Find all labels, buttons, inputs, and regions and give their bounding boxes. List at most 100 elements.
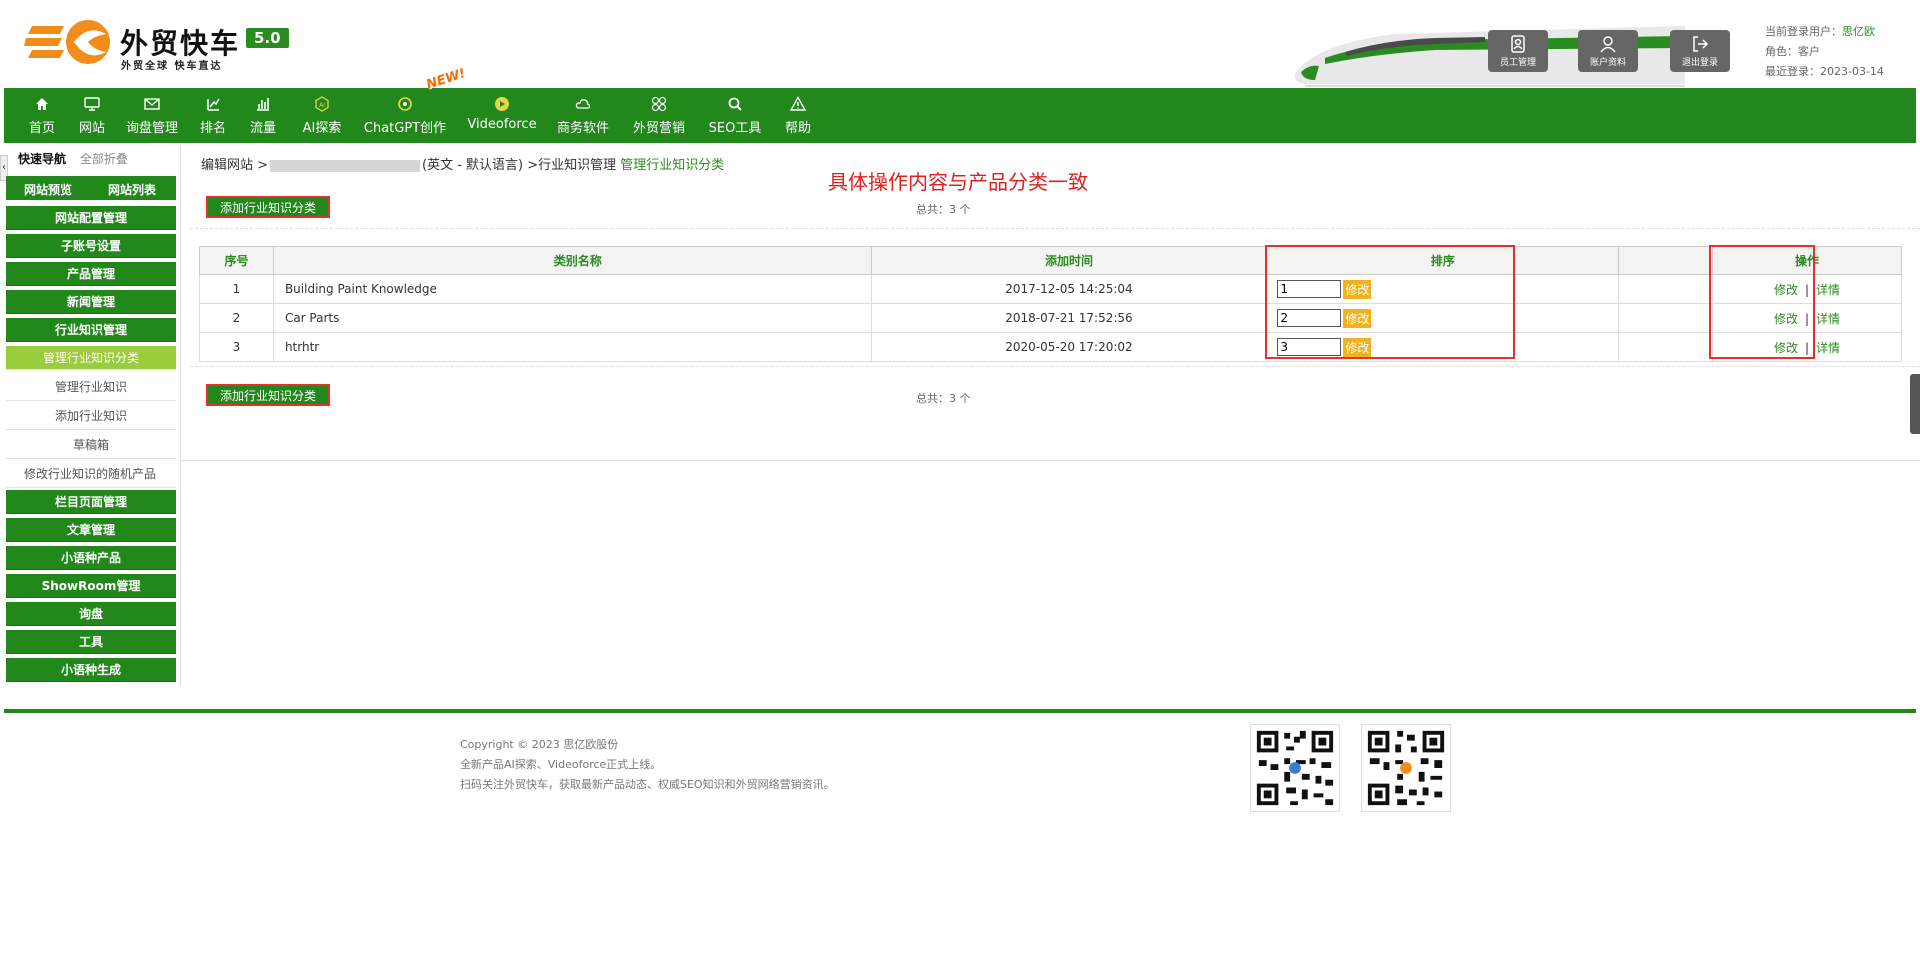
nav-website-label: 网站 — [78, 121, 105, 136]
sidebar-item-tools[interactable]: 工具 — [6, 630, 176, 654]
add-category-button-top[interactable]: 添加行业知识分类 — [206, 196, 330, 218]
nav-foreign-marketing[interactable]: 外贸营销 — [629, 88, 689, 143]
cell-name: Building Paint Knowledge — [272, 274, 872, 304]
sidebar-item-news[interactable]: 新闻管理 — [6, 290, 176, 314]
sidebar-item-products[interactable]: 产品管理 — [6, 262, 176, 286]
total-count-top: 总共：3 个 — [916, 203, 971, 216]
sidebar-sub-random-products[interactable]: 修改行业知识的随机产品 — [6, 460, 176, 488]
cell-time: 2017-12-05 14:25:04 — [870, 274, 1268, 304]
last-login-value: 2023-03-14 — [1820, 65, 1884, 78]
nav-home[interactable]: 首页 — [22, 88, 62, 143]
staff-management-button[interactable]: 员工管理 — [1488, 30, 1548, 72]
footer-text: Copyright © 2023 思亿欧股份 全新产品AI探索、Videofor… — [460, 735, 835, 795]
footer-news: 全新产品AI探索、Videoforce正式上线。 — [460, 758, 662, 771]
nav-help[interactable]: 帮助 — [781, 88, 815, 143]
cell-index: 1 — [199, 274, 274, 304]
nav-inquiry[interactable]: 询盘管理 — [122, 88, 182, 143]
nav-inquiry-label: 询盘管理 — [125, 121, 178, 136]
video-icon — [495, 97, 509, 111]
nav-ranking[interactable]: 排名 — [198, 88, 228, 143]
detail-link[interactable]: 详情 — [1816, 283, 1840, 297]
logout-icon — [1693, 36, 1709, 52]
detail-link[interactable]: 详情 — [1816, 312, 1840, 326]
nav-business-software[interactable]: 商务软件 — [553, 88, 613, 143]
current-user-name[interactable]: 思亿欧 — [1842, 25, 1875, 38]
nav-ai-explore[interactable]: AI AI探索 — [297, 88, 347, 143]
category-table: 序号 类别名称 添加时间 排序 操作 1 Building Paint Know… — [199, 246, 1902, 362]
sidebar-sub-drafts[interactable]: 草稿箱 — [6, 431, 176, 459]
user-icon — [1600, 36, 1616, 53]
sidebar-item-inquiry[interactable]: 询盘 — [6, 602, 176, 626]
grid-circles-icon — [651, 96, 667, 112]
header-time: 添加时间 — [870, 246, 1268, 275]
detail-link[interactable]: 详情 — [1816, 341, 1840, 355]
sidebar-item-minor-lang-products[interactable]: 小语种产品 — [6, 546, 176, 570]
cell-name: htrhtr — [272, 332, 872, 362]
nav-traffic-label: 流量 — [249, 121, 276, 136]
table-row: 1 Building Paint Knowledge 2017-12-05 14… — [199, 274, 1902, 304]
sidebar-preview-row: 网站预览 网站列表 — [6, 176, 176, 200]
header-name: 类别名称 — [272, 246, 872, 275]
cell-blank — [1618, 274, 1714, 304]
cloud-icon — [575, 99, 591, 109]
sidebar-item-showroom[interactable]: ShowRoom管理 — [6, 574, 176, 598]
monitor-icon — [84, 97, 100, 111]
site-list-button[interactable]: 网站列表 — [108, 181, 156, 198]
table-row: 3 htrhtr 2020-05-20 17:20:02 修改 修改|详情 — [199, 332, 1902, 362]
top-navigation: 首页 网站 询盘管理 排名 流量 AI AI探索 ChatGPT创作 Video… — [4, 88, 1916, 143]
sidebar-item-subaccount[interactable]: 子账号设置 — [6, 234, 176, 258]
add-category-button-bottom[interactable]: 添加行业知识分类 — [206, 384, 330, 406]
header-blank — [1618, 246, 1714, 275]
site-preview-button[interactable]: 网站预览 — [24, 181, 72, 198]
nav-ai-explore-label: AI探索 — [302, 121, 342, 136]
sidebar-item-minor-lang-generate[interactable]: 小语种生成 — [6, 658, 176, 682]
user-info: 当前登录用户：思亿欧 角色：客户 最近登录：2023-03-14 — [1765, 22, 1884, 82]
current-user-label: 当前登录用户： — [1765, 25, 1842, 38]
divider-bottom — [190, 366, 1920, 367]
staff-icon — [1511, 35, 1525, 53]
quick-nav-tab[interactable]: 快速导航 — [18, 152, 66, 166]
sidebar-item-articles[interactable]: 文章管理 — [6, 518, 176, 542]
table-row: 2 Car Parts 2018-07-21 17:52:56 修改 修改|详情 — [199, 303, 1902, 333]
highlight-ops-column — [1709, 245, 1815, 359]
cell-blank — [1618, 303, 1714, 333]
footer-copyright: Copyright © 2023 思亿欧股份 — [460, 738, 619, 751]
nav-seo-tools-label: SEO工具 — [708, 121, 762, 136]
sidebar-sub-manage-knowledge[interactable]: 管理行业知识 — [6, 373, 176, 401]
sidebar-tabs: 快速导航 全部折叠 — [18, 150, 128, 167]
chatgpt-icon — [398, 97, 412, 111]
nav-chatgpt[interactable]: ChatGPT创作 — [360, 88, 450, 143]
cell-blank — [1618, 332, 1714, 362]
nav-traffic[interactable]: 流量 — [248, 88, 278, 143]
sidebar-item-industry-knowledge[interactable]: 行业知识管理 — [6, 318, 176, 342]
sidebar-item-site-config[interactable]: 网站配置管理 — [6, 206, 176, 230]
breadcrumb: 编辑网站 > (英文 - 默认语言) >行业知识管理 管理行业知识分类 — [201, 154, 724, 173]
logout-button[interactable]: 退出登录 — [1670, 30, 1730, 72]
nav-business-software-label: 商务软件 — [556, 121, 609, 136]
nav-videoforce[interactable]: Videoforce — [464, 88, 540, 143]
account-info-button[interactable]: 账户资料 — [1578, 30, 1638, 72]
annotation-note: 具体操作内容与产品分类一致 — [828, 170, 1088, 194]
breadcrumb-lang[interactable]: (英文 - 默认语言) >行业知识管理 — [422, 158, 616, 173]
mail-icon — [144, 98, 160, 110]
header: 外贸快车 5.0 外贸全球 快车直达 员工管理 账户资料 退出登录 当前登录用户… — [0, 0, 1920, 88]
nav-seo-tools[interactable]: SEO工具 — [705, 88, 765, 143]
sidebar-sub-manage-categories[interactable]: 管理行业知识分类 — [6, 346, 176, 370]
rank-icon — [207, 98, 220, 111]
nav-website[interactable]: 网站 — [72, 88, 112, 143]
collapse-all-tab[interactable]: 全部折叠 — [80, 152, 128, 166]
sidebar-item-column-pages[interactable]: 栏目页面管理 — [6, 490, 176, 514]
breadcrumb-current: 管理行业知识分类 — [620, 158, 725, 173]
search-icon — [728, 97, 742, 111]
staff-management-label: 员工管理 — [1499, 58, 1536, 68]
breadcrumb-prefix[interactable]: 编辑网站 > — [201, 158, 268, 173]
footer-divider — [4, 709, 1916, 713]
account-info-label: 账户资料 — [1589, 58, 1626, 68]
last-login-label: 最近登录： — [1765, 65, 1820, 78]
table-header-row: 序号 类别名称 添加时间 排序 操作 — [199, 246, 1902, 275]
footer-scan: 扫码关注外贸快车，获取最新产品动态、权威SEO知识和外贸网络营销资讯。 — [460, 778, 835, 791]
side-float-tab[interactable] — [1910, 374, 1920, 434]
sidebar-sub-add-knowledge[interactable]: 添加行业知识 — [6, 402, 176, 430]
nav-videoforce-label: Videoforce — [467, 117, 537, 132]
nav-help-label: 帮助 — [784, 121, 811, 136]
